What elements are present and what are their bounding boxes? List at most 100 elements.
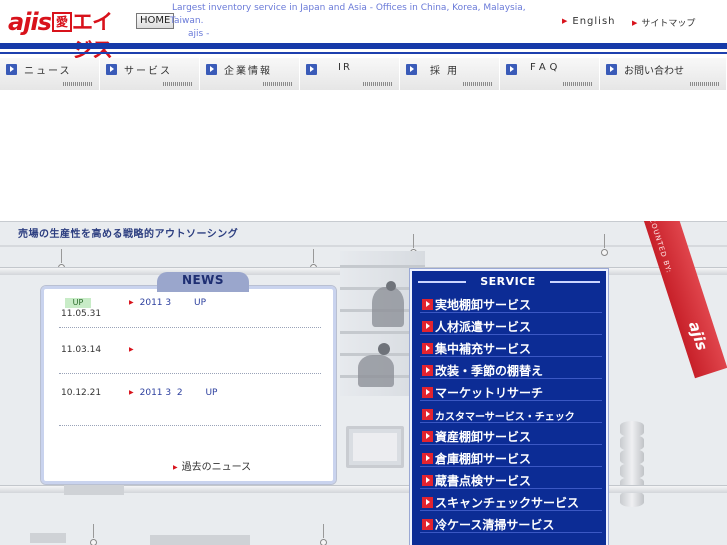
nav-item-label: 採 用 bbox=[430, 66, 460, 77]
news-link-label: 2011 3 2 UP bbox=[139, 388, 218, 398]
product-boxes bbox=[150, 535, 250, 545]
news-panel: NEWS UP 11.05.31 ▶ 2011 3 UP 11.03.14 ▶ 1… bbox=[40, 272, 337, 485]
nav-item-label: お問い合わせ bbox=[624, 66, 684, 77]
nav-item-service[interactable]: サービス bbox=[100, 58, 200, 90]
nav-item-decoration bbox=[263, 82, 293, 86]
nav-item-news[interactable]: ニュース bbox=[0, 58, 100, 90]
news-title: NEWS bbox=[181, 273, 225, 287]
stacked-cans-illustration bbox=[620, 421, 650, 541]
news-item[interactable]: 10.12.21 ▶ 2011 3 2 UP bbox=[59, 382, 321, 426]
service-item-label: 人材派遣サービス bbox=[435, 320, 532, 334]
service-item-label: 資産棚卸サービス bbox=[435, 430, 532, 444]
news-item[interactable]: 11.03.14 ▶ bbox=[59, 336, 321, 374]
red-play-square-icon bbox=[422, 475, 433, 486]
service-item-label: 実地棚卸サービス bbox=[435, 298, 532, 312]
logo-kana: エイジス bbox=[72, 10, 113, 62]
main-nav: ニュース サービス 企業情報 IR 採 用 FAQ お問い合わせ bbox=[0, 58, 727, 90]
counted-by-text: COUNTED BY: bbox=[647, 221, 674, 275]
play-square-icon bbox=[306, 64, 317, 75]
play-square-icon bbox=[206, 64, 217, 75]
news-date: 11.05.31 bbox=[61, 309, 102, 319]
red-triangle-icon: ▶ bbox=[129, 346, 134, 353]
ribbon-ajis-logo: ajis bbox=[680, 314, 721, 366]
nav-item-recruit[interactable]: 採 用 bbox=[400, 58, 500, 90]
logo-latin: ajis bbox=[8, 8, 52, 36]
slogan-text: 売場の生産性を高める戦略的アウトソーシング bbox=[18, 229, 239, 240]
news-date: 10.12.21 bbox=[61, 388, 102, 398]
red-play-square-icon bbox=[422, 519, 433, 530]
logo-kanji-mark: 愛 bbox=[52, 12, 72, 32]
nav-item-decoration bbox=[463, 82, 493, 86]
header-divider-bar bbox=[0, 43, 727, 49]
red-play-square-icon bbox=[422, 431, 433, 442]
red-triangle-icon: ▶ bbox=[632, 19, 638, 27]
news-item[interactable]: UP 11.05.31 ▶ 2011 3 UP bbox=[59, 298, 321, 328]
service-warehouse-inventory[interactable]: 倉庫棚卸サービス bbox=[420, 449, 602, 467]
news-link-label: 2011 3 UP bbox=[139, 298, 207, 308]
nav-item-ir[interactable]: IR bbox=[300, 58, 400, 90]
service-staffing[interactable]: 人材派遣サービス bbox=[420, 317, 602, 335]
product-boxes bbox=[64, 485, 124, 495]
tagline-line-1: Largest inventory service in Japan and A… bbox=[172, 3, 526, 13]
nav-item-decoration bbox=[63, 82, 93, 86]
red-play-square-icon bbox=[422, 343, 433, 354]
service-scan-check[interactable]: スキャンチェックサービス bbox=[420, 493, 602, 511]
tagline-line-3: ajis - bbox=[188, 29, 210, 39]
service-item-label: 集中補充サービス bbox=[435, 342, 532, 356]
worker-silhouette bbox=[372, 287, 404, 327]
nav-item-contact[interactable]: お問い合わせ bbox=[600, 58, 727, 90]
service-panel: SERVICE 実地棚卸サービス 人材派遣サービス 集中補充サービス 改装・季節の棚替… bbox=[410, 269, 608, 545]
blank-content-area bbox=[0, 91, 727, 221]
service-customer-check[interactable]: カスタマーサービス・チェック bbox=[420, 405, 602, 423]
service-asset-inventory[interactable]: 資産棚卸サービス bbox=[420, 427, 602, 445]
store-scene: 売場の生産性を高める戦略的アウトソーシング NEWS UP 11.05.31 ▶… bbox=[0, 221, 727, 545]
service-item-label: カスタマーサービス・チェック bbox=[435, 412, 575, 423]
red-triangle-icon: ▶ bbox=[562, 17, 569, 25]
header-rule bbox=[550, 281, 600, 283]
service-title: SERVICE bbox=[480, 275, 536, 288]
red-play-square-icon bbox=[422, 365, 433, 376]
nav-item-decoration bbox=[163, 82, 193, 86]
red-play-square-icon bbox=[422, 409, 433, 420]
service-market-research[interactable]: マーケットリサーチ bbox=[420, 383, 602, 401]
red-play-square-icon bbox=[422, 387, 433, 398]
red-triangle-icon: ▶ bbox=[129, 389, 134, 396]
ajis-logo[interactable]: ajis 愛 エイジス bbox=[8, 8, 128, 62]
past-news-link[interactable]: ▶ 過去のニュース bbox=[173, 458, 251, 473]
red-play-square-icon bbox=[422, 497, 433, 508]
news-link[interactable]: ▶ bbox=[129, 345, 140, 355]
up-badge: UP bbox=[65, 298, 91, 308]
english-link[interactable]: ▶ English bbox=[562, 16, 616, 27]
service-library-check[interactable]: 蔵書点検サービス bbox=[420, 471, 602, 489]
play-square-icon bbox=[406, 64, 417, 75]
service-item-label: 蔵書点検サービス bbox=[435, 474, 532, 488]
service-actual-inventory[interactable]: 実地棚卸サービス bbox=[420, 295, 602, 313]
service-replenishment[interactable]: 集中補充サービス bbox=[420, 339, 602, 357]
service-cold-case-cleaning[interactable]: 冷ケース清掃サービス bbox=[420, 515, 602, 533]
news-link[interactable]: ▶ 2011 3 2 UP bbox=[129, 388, 217, 398]
worker-silhouette bbox=[358, 355, 394, 387]
service-item-label: 改装・季節の棚替え bbox=[435, 364, 544, 378]
service-store-renovation[interactable]: 改装・季節の棚替え bbox=[420, 361, 602, 379]
header-rule bbox=[418, 281, 466, 283]
home-button[interactable]: HOME bbox=[136, 13, 175, 29]
nav-item-faq[interactable]: FAQ bbox=[500, 58, 600, 90]
service-item-label: マーケットリサーチ bbox=[435, 386, 544, 400]
service-header: SERVICE bbox=[412, 275, 606, 289]
scene-top-line bbox=[0, 221, 727, 222]
sitemap-link-label: サイトマップ bbox=[641, 19, 696, 29]
play-square-icon bbox=[6, 64, 17, 75]
past-news-label: 過去のニュース bbox=[181, 462, 252, 473]
play-square-icon bbox=[606, 64, 617, 75]
sitemap-link[interactable]: ▶ サイトマップ bbox=[632, 16, 695, 29]
nav-item-company[interactable]: 企業情報 bbox=[200, 58, 300, 90]
header-divider-line bbox=[0, 52, 727, 54]
hanging-rail bbox=[0, 245, 727, 247]
english-link-label: English bbox=[572, 16, 616, 27]
red-play-square-icon bbox=[422, 321, 433, 332]
play-square-icon bbox=[506, 64, 517, 75]
news-link[interactable]: ▶ 2011 3 UP bbox=[129, 298, 206, 308]
nav-item-decoration bbox=[363, 82, 393, 86]
nav-item-label: ニュース bbox=[24, 66, 72, 77]
worker-head bbox=[378, 343, 390, 355]
